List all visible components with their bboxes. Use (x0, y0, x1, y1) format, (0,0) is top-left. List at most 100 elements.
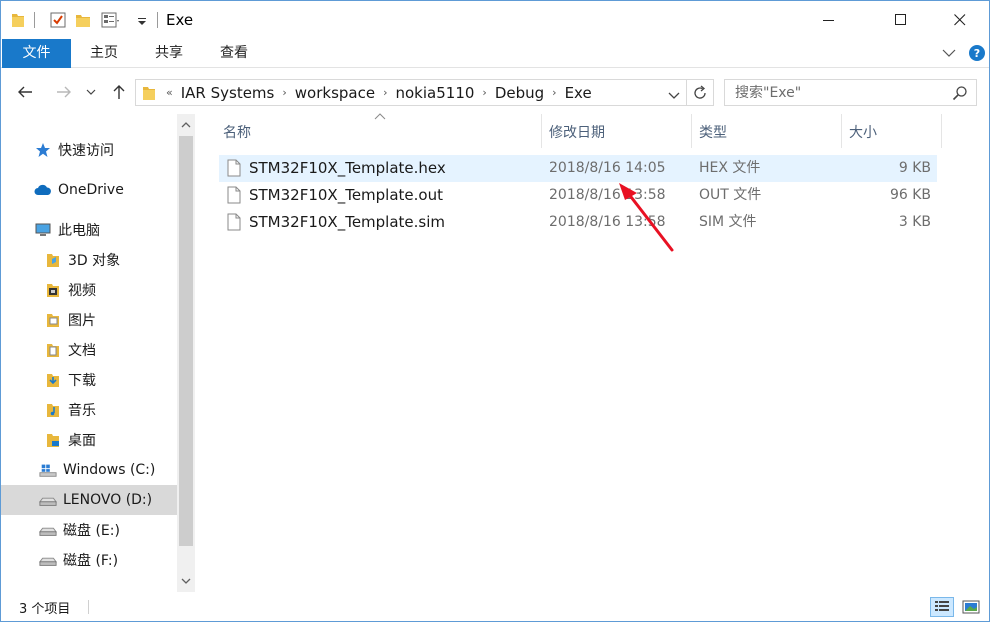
folder-pictures-icon (44, 311, 62, 329)
nav-item-label: 图片 (68, 313, 96, 329)
column-header-type[interactable]: 类型 (693, 118, 841, 148)
nav-item-disk-f[interactable]: 磁盘 (F:) (1, 545, 177, 575)
file-icon (227, 186, 241, 208)
details-view-button[interactable] (930, 597, 954, 617)
column-divider[interactable] (541, 114, 542, 148)
expand-ribbon-icon[interactable] (942, 47, 956, 63)
scrollbar-thumb[interactable] (179, 136, 193, 546)
file-size: 3 KB (898, 214, 931, 230)
nav-item-music[interactable]: 音乐 (1, 395, 177, 425)
minimize-button[interactable] (806, 1, 852, 39)
properties-icon[interactable] (49, 10, 67, 30)
breadcrumb-overflow[interactable]: « (156, 86, 178, 99)
new-folder-icon[interactable] (75, 10, 91, 30)
nav-item-3d-objects[interactable]: 3D 对象 (1, 245, 177, 275)
star-icon (34, 141, 52, 159)
search-box[interactable] (724, 79, 977, 106)
breadcrumb-nokia5110[interactable]: nokia5110 (393, 84, 478, 102)
up-button[interactable] (107, 80, 131, 104)
nav-item-quick-access[interactable]: 快速访问 (1, 135, 177, 165)
file-icon (227, 213, 241, 235)
nav-item-label: 视频 (68, 283, 96, 299)
breadcrumb-separator-icon[interactable]: › (477, 86, 491, 99)
folder-desktop-icon (44, 431, 62, 449)
folder-3d-icon (44, 251, 62, 269)
file-type: OUT 文件 (699, 187, 762, 203)
table-row[interactable]: STM32F10X_Template.hex 2018/8/16 14:05 H… (219, 155, 937, 182)
file-name: STM32F10X_Template.sim (249, 213, 446, 231)
navigation-pane: 快速访问 OneDrive 此电脑 3D 对象 视频 图片 文档 下载 音乐 桌… (1, 114, 197, 592)
scroll-down-icon[interactable] (177, 572, 195, 590)
cloud-icon (34, 181, 52, 199)
breadcrumb-iar-systems[interactable]: IAR Systems (178, 84, 278, 102)
breadcrumb-separator-icon[interactable]: › (547, 86, 561, 99)
minimize-icon (823, 20, 834, 21)
navigation-scrollbar[interactable] (177, 114, 195, 592)
folder-downloads-icon (44, 371, 62, 389)
nav-item-lenovo-d[interactable]: LENOVO (D:) (1, 485, 177, 515)
maximize-button[interactable] (878, 1, 924, 39)
nav-item-pictures[interactable]: 图片 (1, 305, 177, 335)
nav-item-windows-c[interactable]: Windows (C:) (1, 455, 177, 485)
maximize-icon (895, 14, 906, 25)
window-title: Exe (166, 11, 194, 29)
close-icon (954, 14, 966, 26)
nav-item-label: 磁盘 (F:) (63, 553, 119, 569)
breadcrumb-separator-icon[interactable]: › (277, 86, 291, 99)
search-icon[interactable] (952, 85, 968, 105)
tab-share[interactable]: 共享 (144, 39, 194, 68)
forward-arrow-icon (57, 86, 71, 98)
nav-item-onedrive[interactable]: OneDrive (1, 175, 177, 205)
item-count: 3 个项目 (19, 602, 71, 617)
details-view-icon (935, 601, 949, 611)
column-divider[interactable] (841, 114, 842, 148)
breadcrumb-exe[interactable]: Exe (562, 84, 595, 102)
address-bar[interactable]: « IAR Systems › workspace › nokia5110 › … (135, 79, 687, 106)
nav-item-this-pc[interactable]: 此电脑 (1, 215, 177, 245)
column-header-name[interactable]: 名称 (217, 118, 541, 148)
column-header-size[interactable]: 大小 (843, 118, 941, 148)
nav-item-downloads[interactable]: 下载 (1, 365, 177, 395)
breadcrumb-separator-icon[interactable]: › (378, 86, 392, 99)
nav-item-disk-e[interactable]: 磁盘 (E:) (1, 515, 177, 545)
large-icons-view-icon (962, 600, 980, 614)
chevron-down-icon (86, 89, 96, 95)
breadcrumb-workspace[interactable]: workspace (292, 84, 378, 102)
back-button[interactable] (13, 80, 37, 104)
tab-view[interactable]: 查看 (209, 39, 259, 68)
folder-icon (142, 85, 156, 101)
nav-item-documents[interactable]: 文档 (1, 335, 177, 365)
quick-access-dropdown-icon[interactable] (137, 10, 147, 30)
file-date: 2018/8/16 14:05 (549, 160, 666, 176)
tab-file[interactable]: 文件 (2, 39, 71, 68)
nav-item-label: 桌面 (68, 433, 96, 449)
refresh-button[interactable] (687, 79, 714, 106)
file-list: 名称 修改日期 类型 大小 STM32F10X_Template.hex 201… (197, 113, 989, 592)
folder-documents-icon (44, 341, 62, 359)
file-icon (227, 159, 241, 181)
scroll-up-icon[interactable] (177, 116, 195, 134)
large-icons-view-button[interactable] (959, 597, 983, 617)
help-icon[interactable]: ? (968, 44, 986, 66)
customize-view-icon[interactable] (101, 10, 121, 30)
recent-locations-button[interactable] (83, 80, 99, 104)
table-row[interactable]: STM32F10X_Template.sim 2018/8/16 13:58 S… (219, 209, 937, 236)
quick-access-separator (34, 12, 35, 28)
close-button[interactable] (937, 1, 983, 39)
column-divider[interactable] (941, 114, 942, 148)
status-separator (88, 600, 89, 614)
table-row[interactable]: STM32F10X_Template.out 2018/8/16 13:58 O… (219, 182, 937, 209)
column-header-date[interactable]: 修改日期 (543, 118, 691, 148)
nav-item-label: Windows (C:) (63, 462, 156, 478)
nav-item-label: 此电脑 (58, 223, 100, 239)
column-divider[interactable] (691, 114, 692, 148)
address-history-chevron-icon[interactable] (668, 88, 680, 104)
nav-item-videos[interactable]: 视频 (1, 275, 177, 305)
tab-home[interactable]: 主页 (79, 39, 129, 68)
search-input[interactable] (735, 83, 945, 103)
nav-item-desktop[interactable]: 桌面 (1, 425, 177, 455)
explorer-window: Exe 文件 主页 共享 查看 ? « IAR Systems › worksp… (0, 0, 990, 622)
breadcrumb-debug[interactable]: Debug (492, 84, 547, 102)
forward-button[interactable] (52, 80, 76, 104)
up-arrow-icon (113, 85, 125, 99)
